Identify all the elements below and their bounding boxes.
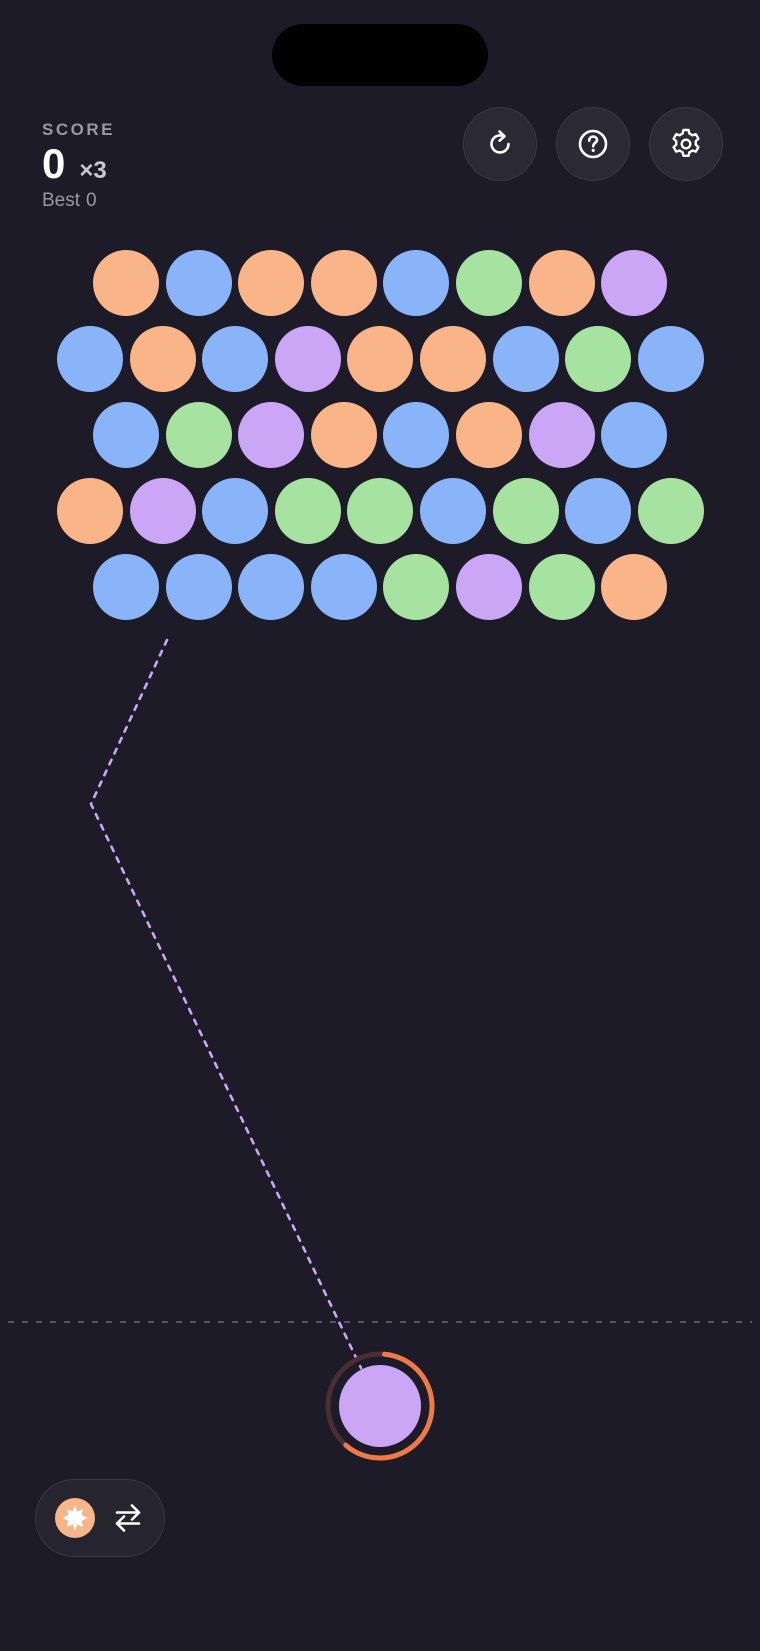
bubble-blue (57, 326, 123, 392)
bubble-orange (310, 402, 377, 468)
bubble-blue (601, 402, 668, 468)
bubble-orange (456, 402, 522, 468)
bubble-green (383, 554, 450, 620)
bubble-green (274, 478, 341, 544)
swap-icon (115, 1504, 141, 1532)
bubble-orange (238, 250, 305, 316)
bubble-purple (528, 402, 595, 468)
bubble-purple (601, 250, 668, 316)
bubble-green (528, 554, 595, 620)
bubble-blue (383, 402, 450, 468)
bubble-purple (456, 554, 522, 620)
bubble-blue (202, 326, 269, 392)
swap-button[interactable] (109, 1499, 147, 1537)
shooter[interactable] (324, 1350, 436, 1462)
bubble-blue (637, 326, 704, 392)
current-bubble (339, 1365, 421, 1447)
bubble-orange (601, 554, 668, 620)
bubble-green (165, 402, 232, 468)
bubble-green (492, 478, 559, 544)
bubble-blue (93, 402, 159, 468)
bubble-blue (165, 554, 232, 620)
bubble-green (565, 326, 632, 392)
bubble-blue (420, 478, 486, 544)
bubble-blue (492, 326, 559, 392)
bubble-orange (347, 326, 414, 392)
bubble-green (456, 250, 522, 316)
bubble-green (637, 478, 704, 544)
bubble-orange (310, 250, 377, 316)
bubble-blue (238, 554, 305, 620)
bubble-blue (202, 478, 269, 544)
bubble-purple (238, 402, 305, 468)
bubble-orange (528, 250, 595, 316)
bubble-blue (383, 250, 450, 316)
bubble-green (347, 478, 414, 544)
next-bubble (55, 1498, 95, 1538)
bubble-blue (165, 250, 232, 316)
bubble-orange (420, 326, 486, 392)
bubble-blue (93, 554, 159, 620)
bubble-blue (565, 478, 632, 544)
bubble-blue (310, 554, 377, 620)
starburst-icon (62, 1505, 88, 1531)
bubble-orange (93, 250, 159, 316)
next-bubble-tray[interactable] (35, 1479, 165, 1557)
bubble-orange (129, 326, 196, 392)
bubble-purple (129, 478, 196, 544)
bubble-orange (57, 478, 123, 544)
bubble-purple (274, 326, 341, 392)
